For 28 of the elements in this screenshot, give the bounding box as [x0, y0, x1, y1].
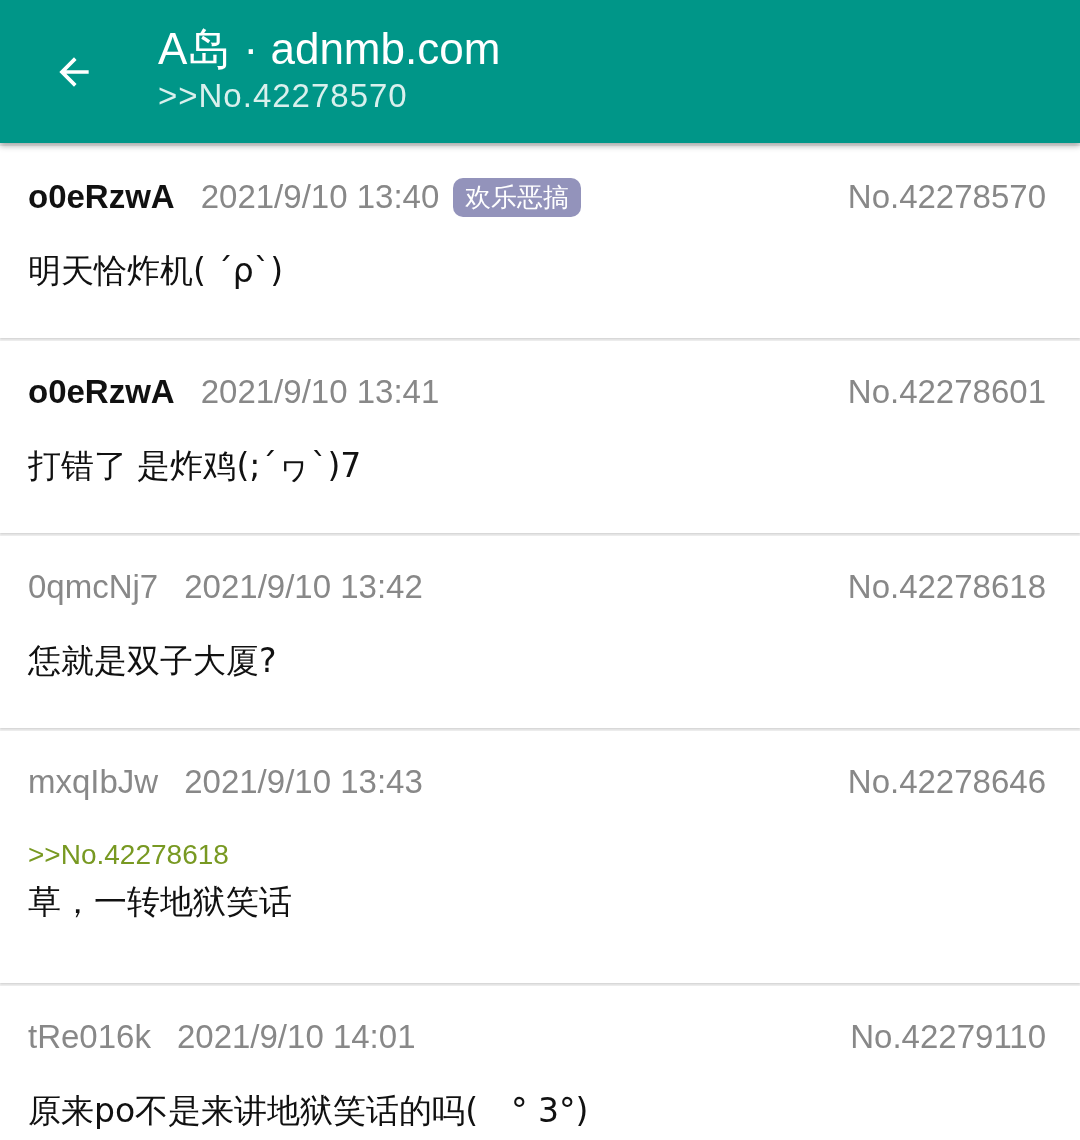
user-id: 0qmcNj7 [28, 568, 159, 606]
post-card[interactable]: mxqIbJw 2021/9/10 13:43 No.42278646 >>No.42278618 草，一转地狱笑话 [0, 731, 1080, 983]
post-content: 原来po不是来讲地狱笑话的吗( ° 3°) [28, 1090, 589, 1132]
post-number: No.42278646 [847, 763, 1046, 801]
post-time: 2021/9/10 13:42 [184, 568, 423, 606]
post-time: 2021/9/10 13:41 [200, 373, 440, 411]
user-id: o0eRzwA [28, 178, 175, 216]
app-title: A岛 · adnmb.com [158, 22, 501, 75]
post-time: 2021/9/10 13:40 [200, 178, 440, 216]
post-content: 草，一转地狱笑话 [28, 881, 292, 923]
post-content: 明天恰炸机( ´ρ`) [28, 250, 284, 292]
post-card[interactable]: tRe016k 2021/9/10 14:01 No.42279110 原来po不是来讲地狱笑话的吗( ° 3°) [0, 986, 1080, 1140]
post-number: No.42278601 [847, 373, 1046, 411]
user-id: mxqIbJw [28, 763, 159, 801]
user-id: o0eRzwA [28, 373, 175, 411]
forum-tag: 欢乐恶搞 [453, 177, 582, 217]
post-card[interactable]: o0eRzwA 2021/9/10 13:41 No.42278601 打错了 是炸鸡(;´ヮ`)7 [0, 341, 1080, 533]
post-card[interactable]: o0eRzwA 2021/9/10 13:40 欢乐恶搞 No.42278570 明天恰炸机( ´ρ`) [0, 146, 1080, 338]
post-content: 打错了 是炸鸡(;´ヮ`)7 [28, 445, 362, 487]
thread-number: >>No.42278570 [158, 75, 409, 116]
user-id: tRe016k [28, 1018, 151, 1056]
post-number: No.42279110 [850, 1018, 1046, 1056]
post-number: No.42278618 [847, 568, 1046, 606]
post-time: 2021/9/10 13:43 [184, 763, 423, 801]
post-time: 2021/9/10 14:01 [176, 1018, 416, 1056]
post-card[interactable]: 0qmcNj7 2021/9/10 13:42 No.42278618 恁就是双子大厦? [0, 536, 1080, 728]
post-content: 恁就是双子大厦? [28, 640, 277, 682]
post-number: No.42278570 [847, 178, 1046, 216]
